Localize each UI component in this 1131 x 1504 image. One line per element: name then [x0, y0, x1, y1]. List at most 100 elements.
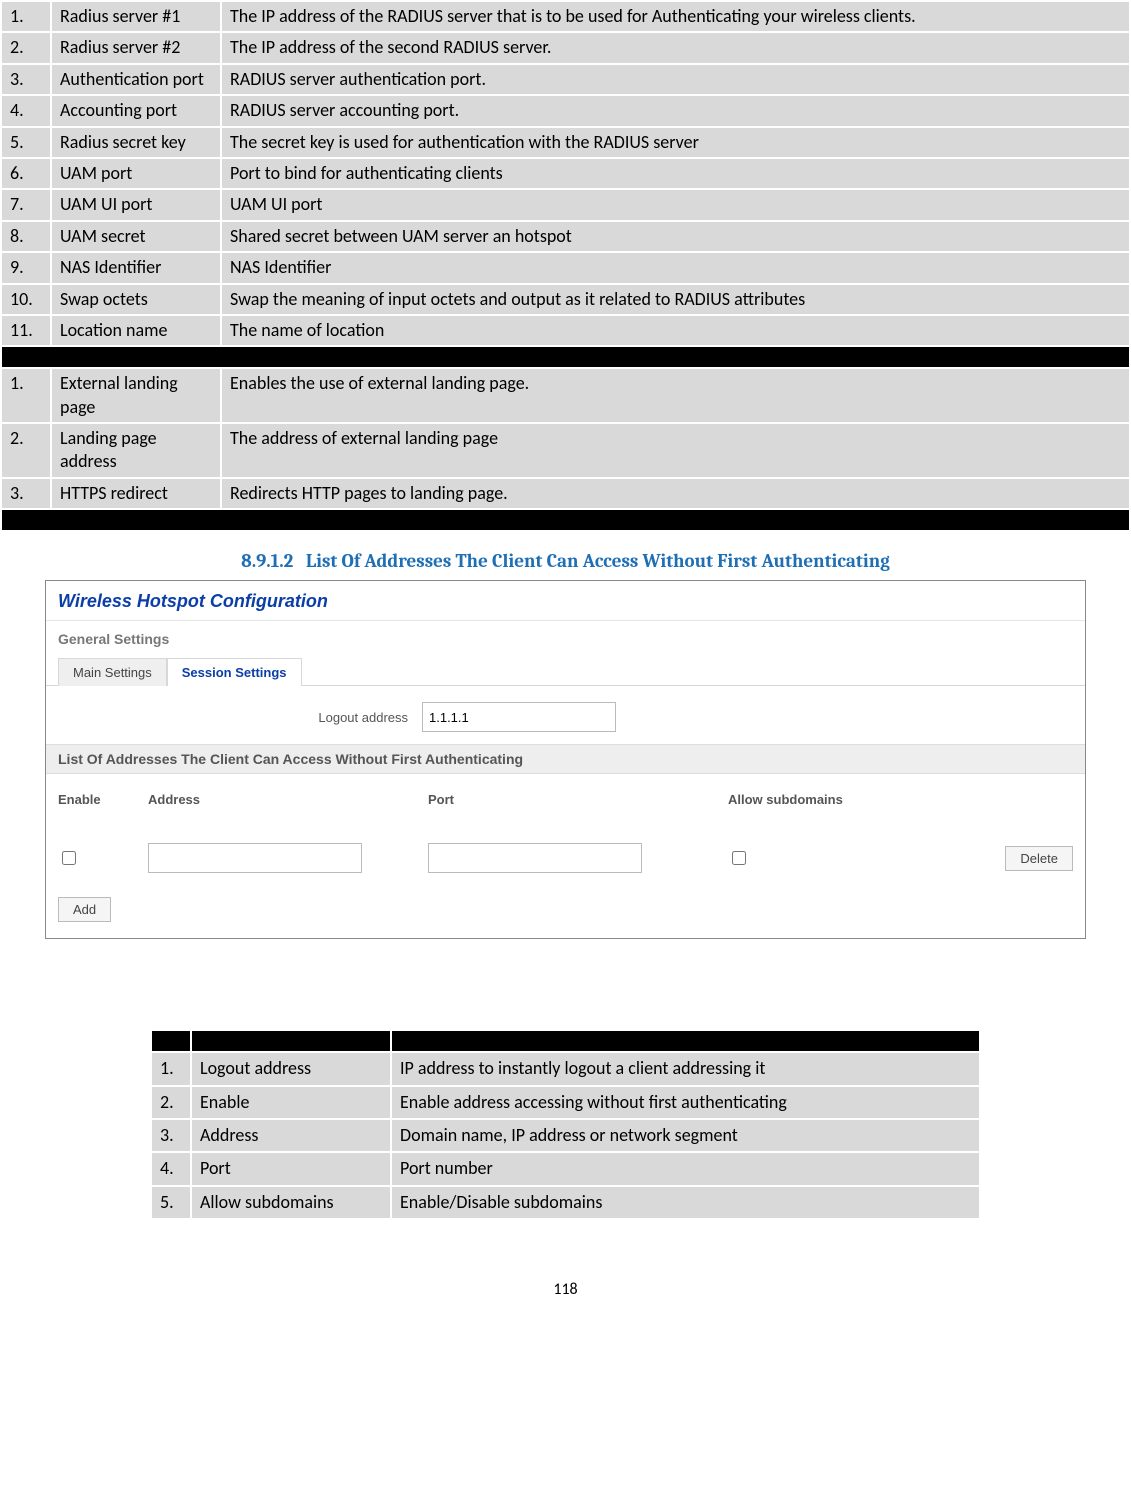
logout-address-label: Logout address: [58, 710, 422, 725]
table-row: 7.UAM UI portUAM UI port: [1, 189, 1130, 220]
row-name: External landing page: [51, 368, 221, 423]
tab-main-settings[interactable]: Main Settings: [58, 658, 167, 686]
row-number: 5.: [151, 1186, 191, 1219]
port-input[interactable]: [428, 843, 642, 873]
config-screenshot: Wireless Hotspot Configuration General S…: [45, 580, 1086, 939]
tab-session-settings[interactable]: Session Settings: [167, 658, 302, 686]
row-desc: NAS Identifier: [221, 252, 1130, 283]
row-name: Logout address: [191, 1052, 391, 1085]
row-name: Enable: [191, 1086, 391, 1119]
table-row: 8.UAM secretShared secret between UAM se…: [1, 221, 1130, 252]
row-name: Radius server #1: [51, 1, 221, 32]
table-row: 4.PortPort number: [151, 1152, 980, 1185]
row-name: Radius secret key: [51, 127, 221, 158]
row-name: Authentication port: [51, 64, 221, 95]
table-row: 9.NAS IdentifierNAS Identifier: [1, 252, 1130, 283]
col-header-enable: Enable: [58, 792, 148, 807]
row-number: 2.: [151, 1086, 191, 1119]
allow-subdomains-checkbox[interactable]: [732, 851, 746, 865]
row-number: 2.: [1, 32, 51, 63]
row-desc: RADIUS server authentication port.: [221, 64, 1130, 95]
table-row: 2.EnableEnable address accessing without…: [151, 1086, 980, 1119]
row-desc: The name of location: [221, 315, 1130, 346]
add-button[interactable]: Add: [58, 897, 111, 922]
table-row: 3.Authentication portRADIUS server authe…: [1, 64, 1130, 95]
section-heading-number: 8.9.1.2: [241, 550, 293, 572]
row-desc: The secret key is used for authenticatio…: [221, 127, 1130, 158]
table1-divider-1: [1, 346, 1130, 368]
section-heading: 8.9.1.2 List Of Addresses The Client Can…: [0, 550, 1131, 572]
table-row: 2.Radius server #2The IP address of the …: [1, 32, 1130, 63]
row-desc: The IP address of the RADIUS server that…: [221, 1, 1130, 32]
row-number: 4.: [1, 95, 51, 126]
allowlist-section-header: List Of Addresses The Client Can Access …: [46, 744, 1085, 774]
table-row: 11.Location nameThe name of location: [1, 315, 1130, 346]
row-desc: RADIUS server accounting port.: [221, 95, 1130, 126]
row-desc: Domain name, IP address or network segme…: [391, 1119, 980, 1152]
row-name: UAM secret: [51, 221, 221, 252]
row-number: 10.: [1, 284, 51, 315]
row-name: HTTPS redirect: [51, 478, 221, 509]
page-number: 118: [0, 1280, 1131, 1299]
row-desc: Redirects HTTP pages to landing page.: [221, 478, 1130, 509]
col-header-port: Port: [428, 792, 728, 807]
delete-button[interactable]: Delete: [1005, 846, 1073, 871]
table-row: 3.HTTPS redirectRedirects HTTP pages to …: [1, 478, 1130, 509]
row-number: 2.: [1, 423, 51, 478]
row-desc: The address of external landing page: [221, 423, 1130, 478]
table-row: 10.Swap octetsSwap the meaning of input …: [1, 284, 1130, 315]
row-name: Swap octets: [51, 284, 221, 315]
row-number: 1.: [151, 1052, 191, 1085]
address-input[interactable]: [148, 843, 362, 873]
table-row: 3.AddressDomain name, IP address or netw…: [151, 1119, 980, 1152]
logout-address-input[interactable]: [422, 702, 616, 732]
row-name: UAM port: [51, 158, 221, 189]
row-desc: Enables the use of external landing page…: [221, 368, 1130, 423]
table-row: 2.Landing page addressThe address of ext…: [1, 423, 1130, 478]
row-desc: Port number: [391, 1152, 980, 1185]
table-row: 5.Radius secret keyThe secret key is use…: [1, 127, 1130, 158]
col-header-allow-subdomains: Allow subdomains: [728, 792, 948, 807]
row-name: Location name: [51, 315, 221, 346]
row-number: 3.: [1, 478, 51, 509]
table-row: 6.UAM portPort to bind for authenticatin…: [1, 158, 1130, 189]
row-desc: The IP address of the second RADIUS serv…: [221, 32, 1130, 63]
panel-subtitle: General Settings: [46, 621, 1085, 647]
row-number: 9.: [1, 252, 51, 283]
row-number: 4.: [151, 1152, 191, 1185]
table-row: 1.External landing pageEnables the use o…: [1, 368, 1130, 423]
row-desc: Swap the meaning of input octets and out…: [221, 284, 1130, 315]
row-number: 1.: [1, 368, 51, 423]
row-desc: Port to bind for authenticating clients: [221, 158, 1130, 189]
row-number: 1.: [1, 1, 51, 32]
row-number: 3.: [151, 1119, 191, 1152]
table-row: 4.Accounting portRADIUS server accountin…: [1, 95, 1130, 126]
allowlist-header-row: Enable Address Port Allow subdomains: [46, 774, 1085, 825]
enable-checkbox[interactable]: [62, 851, 76, 865]
row-name: Port: [191, 1152, 391, 1185]
row-desc: IP address to instantly logout a client …: [391, 1052, 980, 1085]
row-name: Address: [191, 1119, 391, 1152]
row-desc: Enable/Disable subdomains: [391, 1186, 980, 1219]
table-row: 5.Allow subdomainsEnable/Disable subdoma…: [151, 1186, 980, 1219]
row-desc: Shared secret between UAM server an hots…: [221, 221, 1130, 252]
table1-divider-2: [1, 509, 1130, 531]
row-number: 6.: [1, 158, 51, 189]
row-name: UAM UI port: [51, 189, 221, 220]
row-desc: UAM UI port: [221, 189, 1130, 220]
row-desc: Enable address accessing without first a…: [391, 1086, 980, 1119]
row-number: 11.: [1, 315, 51, 346]
row-name: Accounting port: [51, 95, 221, 126]
params-table-2: 1.Logout addressIP address to instantly …: [150, 1029, 981, 1220]
row-name: NAS Identifier: [51, 252, 221, 283]
row-number: 3.: [1, 64, 51, 95]
table-row: 1.Logout addressIP address to instantly …: [151, 1052, 980, 1085]
col-header-address: Address: [148, 792, 428, 807]
panel-title: Wireless Hotspot Configuration: [46, 581, 1085, 621]
table-row: 1.Radius server #1The IP address of the …: [1, 1, 1130, 32]
allowlist-row: Delete: [46, 825, 1085, 891]
tab-bar: Main Settings Session Settings: [46, 657, 1085, 686]
row-name: Radius server #2: [51, 32, 221, 63]
row-number: 8.: [1, 221, 51, 252]
section-heading-text: List Of Addresses The Client Can Access …: [306, 550, 890, 572]
